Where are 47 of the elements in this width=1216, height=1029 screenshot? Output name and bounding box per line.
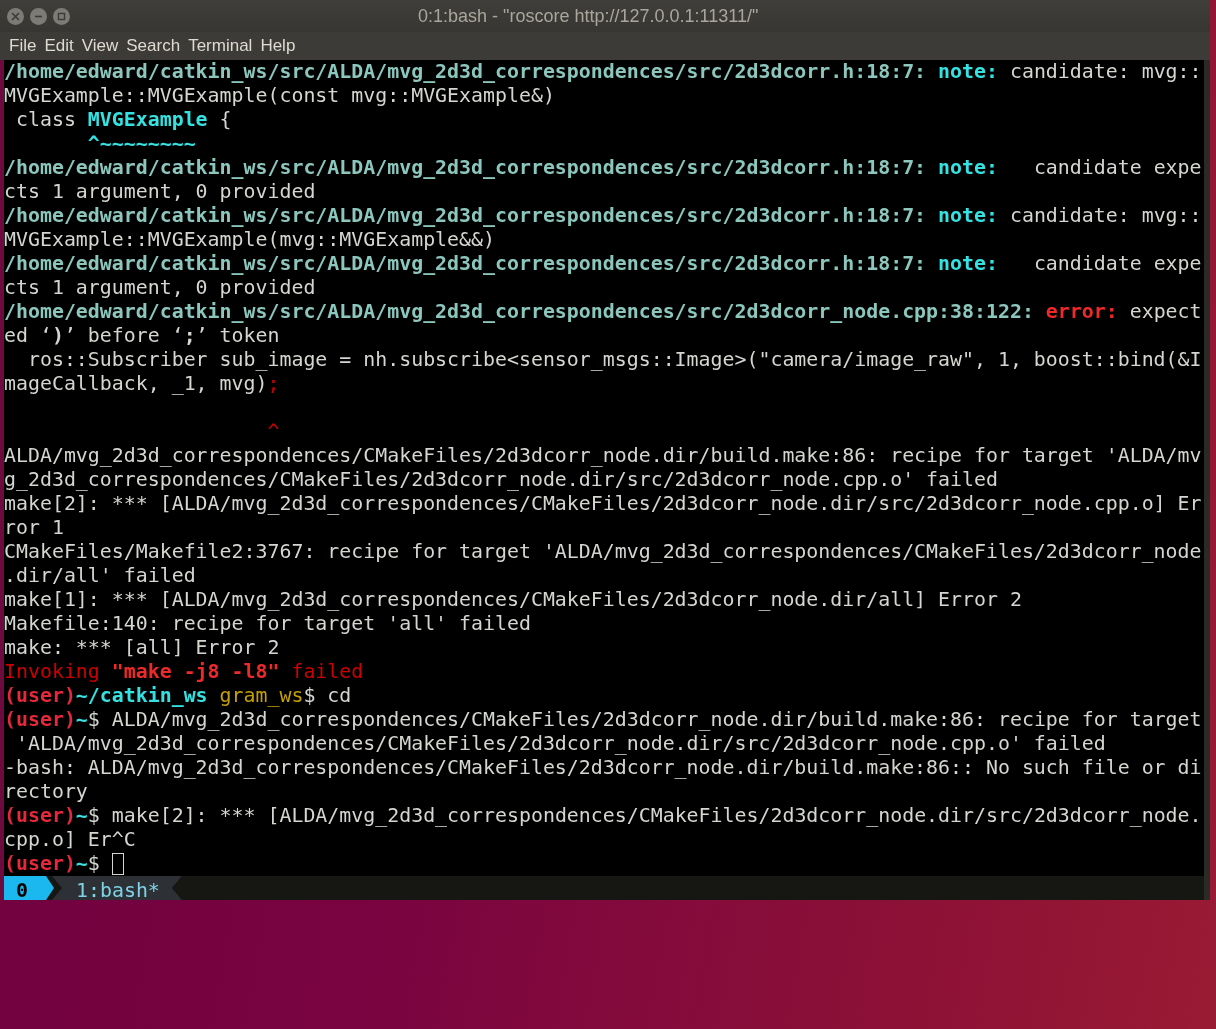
terminal-line: ^ (266, 420, 280, 444)
session-label: 0 (4, 876, 54, 900)
terminal-line: 'ALDA/mvg_2d3d_correspondences/CMakeFiles/2d3dcorr_node.dir/src/2d3dcorr_node.cpp.o' failed (14, 732, 1106, 756)
terminal-line: (user)~/catkin_ws gram_ws$ cd (4, 684, 352, 708)
terminal-line: ed ‘)’ before ‘;’ token (4, 324, 280, 348)
terminal-line: (user)~$ make[2]: *** [ALDA/mvg_2d3d_correspondences/CMakeFiles/2d3dcorr_node.dir/src/2d3dcorr_node. (4, 804, 1202, 828)
maximize-icon (57, 11, 66, 21)
maximize-button[interactable] (53, 7, 70, 25)
terminal-line: make[2]: *** [ALDA/mvg_2d3d_correspondences/CMakeFiles/2d3dcorr_node.dir/src/2d3dcorr_node.cpp.o] Er (4, 492, 1202, 516)
terminal-line: MVGExample::MVGExample(const mvg::MVGExample&) (4, 84, 555, 108)
terminal-line: cts 1 argument, 0 provided (4, 276, 316, 300)
terminal-line: (user)~$ (4, 852, 101, 876)
menu-item[interactable]: View (81, 33, 119, 59)
terminal-line: Invoking "make -j8 -l8" failed (4, 660, 364, 684)
menu-item[interactable]: File (9, 33, 37, 59)
terminal-line: /home/edward/catkin_ws/src/ALDA/mvg_2d3d_correspondences/src/2d3dcorr.h:18:7: note: candidate: mvg:: (4, 60, 1202, 84)
terminal-line: ror 1 (4, 516, 64, 540)
terminal-line: (user)~$ ALDA/mvg_2d3d_correspondences/CMakeFiles/2d3dcorr_node.dir/build.make:86: recipe for target (4, 708, 1202, 732)
terminal-line: g_2d3d_correspondences/CMakeFiles/2d3dcorr_node.dir/src/2d3dcorr_node.cpp.o' failed (4, 468, 998, 492)
terminal-line: /home/edward/catkin_ws/src/ALDA/mvg_2d3d_correspondences/src/2d3dcorr.h:18:7: note: candidate: mvg:: (4, 204, 1202, 228)
terminal-line: cts 1 argument, 0 provided (4, 180, 316, 204)
terminal-line: class MVGExample { (14, 108, 232, 132)
minimize-button[interactable] (30, 7, 47, 25)
terminal-line: /home/edward/catkin_ws/src/ALDA/mvg_2d3d_correspondences/src/2d3dcorr.h:18:7: note: candidate expe (4, 252, 1202, 276)
window-title: 0:1:bash - "roscore http://127.0.0.1:11311/" (418, 4, 759, 28)
menu-item[interactable]: Help (260, 33, 296, 59)
terminal-line: -bash: ALDA/mvg_2d3d_correspondences/CMakeFiles/2d3dcorr_node.dir/build.make:86:: No such file or di (4, 756, 1202, 780)
terminal-line: ros::Subscriber sub_image = nh.subscribe<sensor_msgs::Image>("camera/image_raw", 1, boost::bind(&I (26, 348, 1202, 372)
terminal-line: MVGExample::MVGExample(mvg::MVGExample&&) (4, 228, 495, 252)
terminal-line: make[1]: *** [ALDA/mvg_2d3d_correspondences/CMakeFiles/2d3dcorr_node.dir/all] Error 2 (4, 588, 1022, 612)
terminal-line: ^~~~~~~~~ (86, 132, 196, 156)
menu-item[interactable]: Search (126, 33, 181, 59)
terminal-line: cpp.o] Er^C (4, 828, 136, 852)
terminal-line: Makefile:140: recipe for target 'all' failed (4, 612, 531, 636)
terminal-line: ALDA/mvg_2d3d_correspondences/CMakeFiles/2d3dcorr_node.dir/build.make:86: recipe for target 'ALDA/mv (4, 444, 1202, 468)
menu-item[interactable]: Edit (44, 33, 74, 59)
terminal-line: CMakeFiles/Makefile2:3767: recipe for target 'ALDA/mvg_2d3d_correspondences/CMakeFiles/2d3dcorr_node (4, 540, 1202, 564)
terminal-line: .dir/all' failed (4, 564, 196, 588)
close-icon (11, 11, 20, 21)
terminal-line: make: *** [all] Error 2 (4, 636, 280, 660)
terminal-line: rectory (4, 780, 88, 804)
window-tab[interactable]: 1:bash* (52, 876, 182, 900)
terminal-line: /home/edward/catkin_ws/src/ALDA/mvg_2d3d_correspondences/src/2d3dcorr.h:18:7: note: candidate expe (4, 156, 1202, 180)
close-button[interactable] (7, 7, 24, 25)
menu-item[interactable]: Terminal (188, 33, 253, 59)
terminal-line: /home/edward/catkin_ws/src/ALDA/mvg_2d3d_correspondences/src/2d3dcorr_node.cpp:38:122: error: expect (4, 300, 1202, 324)
terminal-line: mageCallback, _1, mvg); (4, 372, 280, 396)
